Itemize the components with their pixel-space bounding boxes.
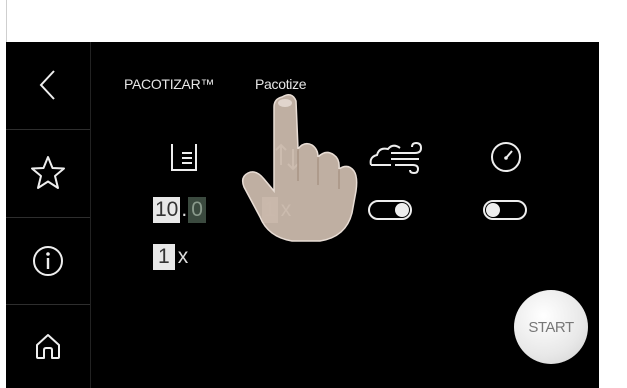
depth-suffix: x	[280, 198, 292, 221]
repeat-value[interactable]: 1 x	[153, 244, 188, 270]
device-frame-right	[599, 0, 627, 388]
chevron-left-icon	[39, 70, 55, 100]
toggle-knob	[486, 203, 500, 217]
repeat-suffix: x	[177, 245, 189, 268]
sidebar-edge	[90, 42, 91, 388]
toggle-knob	[395, 203, 409, 217]
tab-pacotize[interactable]: Pacotize	[255, 76, 307, 92]
pointing-hand-icon	[241, 94, 358, 242]
start-button[interactable]: START	[514, 290, 588, 364]
portions-value[interactable]: 10 . 0	[153, 197, 206, 223]
depth-setting[interactable]	[270, 139, 304, 175]
back-button[interactable]	[6, 42, 90, 128]
tab-pacotizar[interactable]: PACOTIZAR™	[124, 76, 214, 92]
gauge-icon	[491, 142, 521, 172]
air-toggle[interactable]	[368, 200, 412, 220]
air-flow-icon	[369, 141, 423, 175]
home-icon	[36, 334, 60, 359]
air-setting[interactable]	[366, 138, 428, 176]
pressure-toggle[interactable]	[483, 200, 527, 220]
container-level-icon	[171, 144, 197, 171]
portions-separator: .	[181, 198, 188, 221]
portions-integer: 10	[153, 197, 181, 223]
info-icon	[33, 246, 63, 276]
star-icon	[31, 156, 65, 189]
info-button[interactable]	[6, 218, 90, 304]
pressure-setting[interactable]	[488, 139, 524, 175]
repeat-number: 1	[153, 244, 175, 270]
device-frame-top	[0, 0, 627, 42]
device-frame-edge	[6, 0, 7, 42]
portions-decimal: 0	[188, 197, 206, 223]
favorites-button[interactable]	[6, 130, 90, 216]
depth-value[interactable]: 1 x	[262, 197, 291, 223]
up-down-arrows-icon	[275, 143, 299, 171]
home-button[interactable]	[6, 304, 90, 388]
sidebar	[6, 42, 91, 388]
touch-screen: PACOTIZAR™ Pacotize 10 . 0 1 x 1 x START	[6, 42, 599, 388]
portions-setting[interactable]	[166, 139, 202, 175]
depth-number: 1	[262, 197, 278, 223]
